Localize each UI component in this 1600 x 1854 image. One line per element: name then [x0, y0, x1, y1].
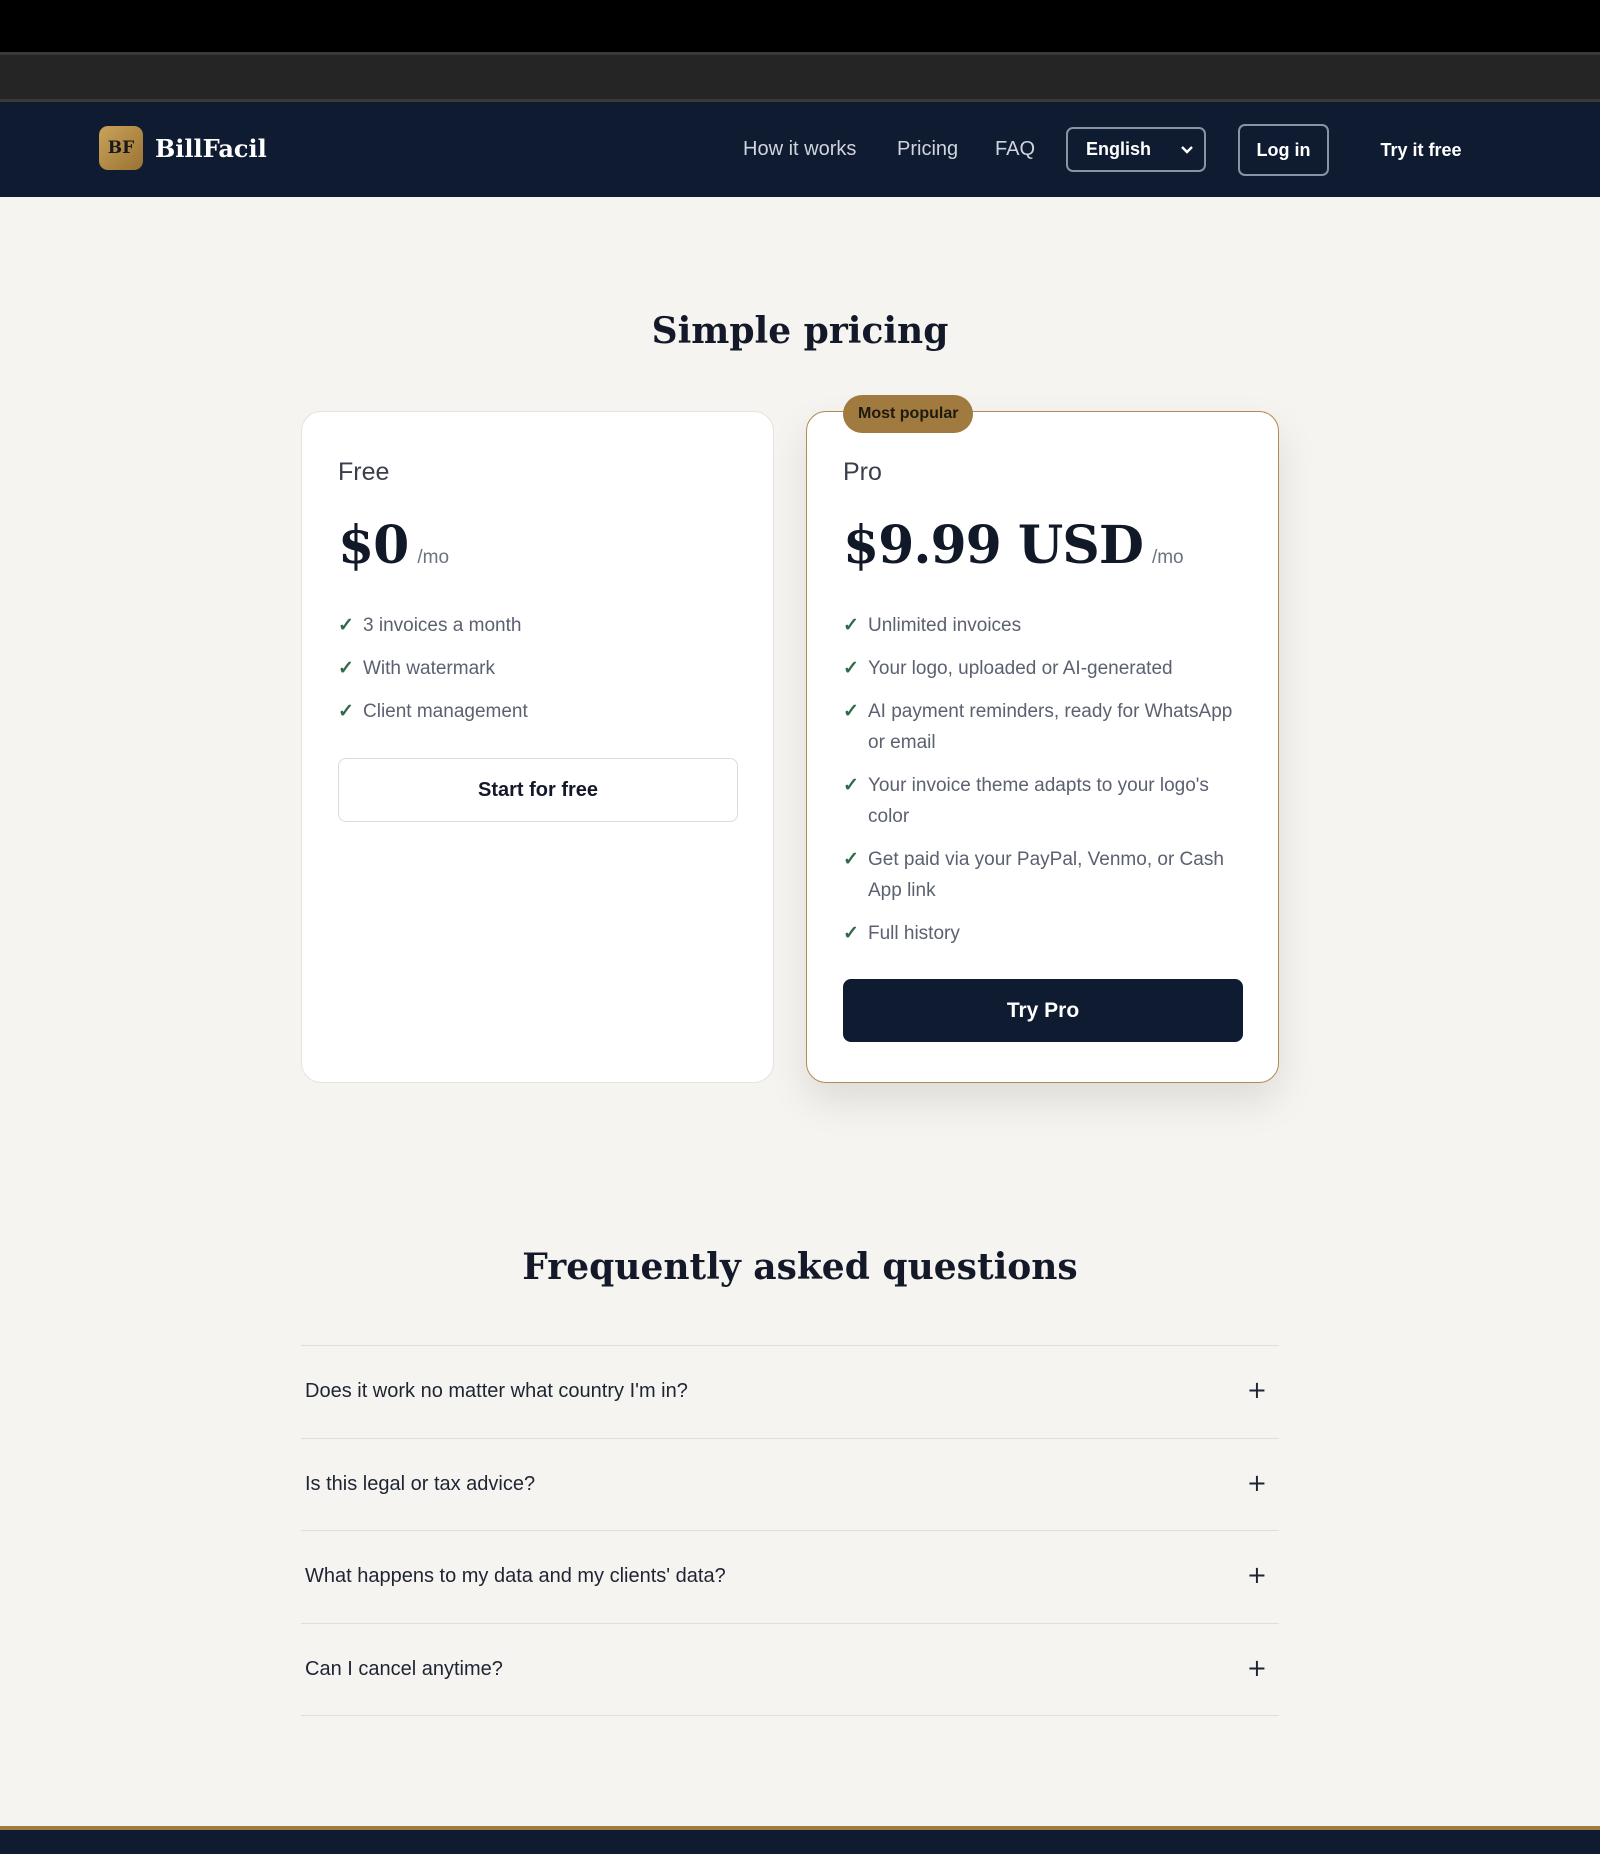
window-top-bar	[0, 0, 1600, 52]
nav-link-how-it-works[interactable]: How it works	[743, 138, 856, 161]
checkmark-icon: ✓	[338, 701, 354, 722]
nav-link-pricing[interactable]: Pricing	[897, 138, 958, 161]
checkmark-icon: ✓	[843, 658, 859, 679]
pricing-title: Simple pricing	[651, 310, 949, 352]
plan-name: Free	[338, 458, 390, 486]
feature-item: ✓ Your logo, uploaded or AI-generated	[843, 653, 1253, 684]
feature-item: ✓ Client management	[338, 696, 748, 727]
start-free-button[interactable]: Start for free	[338, 758, 738, 822]
faq-item[interactable]: Is this legal or tax advice? +	[301, 1439, 1279, 1531]
feature-item: ✓ Unlimited invoices	[843, 610, 1253, 641]
try-free-button[interactable]: Try it free	[1365, 124, 1477, 176]
language-value: English	[1086, 139, 1152, 159]
faq-item[interactable]: What happens to my data and my clients' …	[301, 1531, 1279, 1624]
plan-name: Pro	[843, 458, 882, 486]
plan-price: $9.99 USD	[843, 515, 1144, 576]
checkmark-icon: ✓	[843, 849, 859, 870]
checkmark-icon: ✓	[338, 658, 354, 679]
feature-item: ✓ AI payment reminders, ready for WhatsAp…	[843, 696, 1253, 758]
faq-item[interactable]: Can I cancel anytime? +	[301, 1624, 1279, 1716]
site-footer	[0, 1830, 1600, 1854]
checkmark-icon: ✓	[843, 775, 859, 796]
checkmark-icon: ✓	[843, 923, 859, 944]
price-row: $0 /mo	[338, 515, 449, 576]
nav-link-faq[interactable]: FAQ	[995, 138, 1035, 161]
faq-question: Is this legal or tax advice?	[305, 1472, 536, 1495]
plan-period: /mo	[417, 547, 450, 568]
try-pro-button[interactable]: Try Pro	[843, 979, 1243, 1042]
faq-item[interactable]: Does it work no matter what country I'm …	[301, 1346, 1279, 1439]
login-button[interactable]: Log in	[1238, 124, 1329, 176]
faq-question: What happens to my data and my clients' …	[305, 1565, 726, 1588]
free-plan-card: Free $0 /mo ✓ 3 invoices a month ✓ With wa…	[301, 411, 774, 1083]
brand-name: BillFacil	[155, 133, 267, 163]
plus-icon[interactable]: +	[1247, 1654, 1267, 1682]
most-popular-badge: Most popular	[843, 395, 974, 433]
logo-mark-icon: BF	[99, 126, 143, 170]
feature-item: ✓ Get paid via your PayPal, Venmo, or Cas…	[843, 844, 1253, 906]
faq-question: Does it work no matter what country I'm …	[305, 1380, 688, 1403]
language-select[interactable]: English	[1066, 127, 1206, 172]
plan-price: $0	[338, 515, 409, 576]
pro-plan-card: Most popular Pro $9.99 USD /mo ✓ Unlimite…	[806, 395, 1279, 1083]
price-row: $9.99 USD /mo	[843, 515, 1184, 576]
faq-list: Does it work no matter what country I'm …	[301, 1345, 1279, 1716]
plus-icon[interactable]: +	[1247, 1561, 1267, 1589]
plan-period: /mo	[1151, 547, 1184, 568]
checkmark-icon: ✓	[843, 701, 859, 722]
feature-item: ✓ Full history	[843, 918, 1253, 949]
site-header: BF BillFacil How it works Pricing FAQ En…	[0, 102, 1600, 197]
chevron-down-icon	[1180, 139, 1194, 164]
feature-item: ✓ With watermark	[338, 653, 748, 684]
feature-list: ✓ 3 invoices a month ✓ With watermark ✓ Cli…	[338, 610, 748, 739]
browser-toolbar	[0, 52, 1600, 102]
logo[interactable]: BF BillFacil	[99, 126, 267, 170]
faq-question: Can I cancel anytime?	[305, 1657, 503, 1680]
faq-title: Frequently asked questions	[522, 1246, 1078, 1288]
checkmark-icon: ✓	[843, 615, 859, 636]
checkmark-icon: ✓	[338, 615, 354, 636]
plus-icon[interactable]: +	[1247, 1469, 1267, 1497]
feature-item: ✓ 3 invoices a month	[338, 610, 748, 641]
feature-list: ✓ Unlimited invoices ✓ Your logo, uploaded…	[843, 610, 1253, 961]
feature-item: ✓ Your invoice theme adapts to your logo'…	[843, 770, 1253, 832]
plus-icon[interactable]: +	[1247, 1376, 1267, 1404]
